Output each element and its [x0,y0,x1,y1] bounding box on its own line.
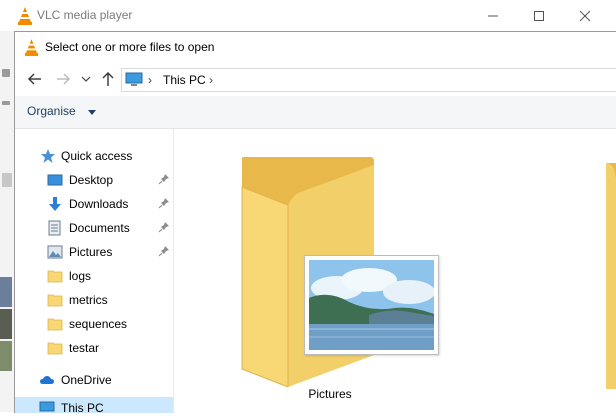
background-artifact [2,173,12,187]
file-list-pane: Pictures [174,129,616,413]
nav-label: Quick access [61,149,133,163]
nav-this-pc[interactable]: This PC [15,397,173,415]
folder-icon [47,294,63,307]
vlc-titlebar: VLC media player [0,0,616,31]
vlc-window-title: VLC media player [37,8,133,22]
pin-icon[interactable] [158,197,170,209]
folder-icon [47,318,63,331]
minimize-icon [488,15,498,17]
recent-locations-button[interactable] [78,68,94,90]
pin-icon[interactable] [158,221,170,233]
nav-item-desktop[interactable]: Desktop [15,169,173,191]
nav-label: Downloads [69,197,129,211]
documents-icon [48,220,61,236]
caret-down-icon[interactable] [88,110,96,115]
folder-icon[interactable] [606,163,616,389]
this-pc-icon [125,72,143,86]
background-thumbnail [0,277,12,307]
nav-label: sequences [69,317,128,331]
address-bar[interactable]: › This PC › [121,68,616,92]
folder-label: Pictures [308,387,352,401]
forward-button[interactable] [53,68,75,90]
arrow-left-icon [28,73,41,85]
nav-label: metrics [69,293,108,307]
downloads-icon [49,197,61,211]
minimize-button[interactable] [470,0,516,31]
folder-icon [47,270,63,283]
breadcrumb-separator-icon[interactable]: › [209,73,213,87]
nav-item-logs[interactable]: logs [15,265,173,287]
breadcrumb-separator-icon[interactable]: › [148,73,152,87]
star-icon [41,149,55,163]
nav-item-sequences[interactable]: sequences [15,313,173,335]
vlc-cone-icon [18,7,32,25]
maximize-button[interactable] [516,0,562,31]
open-file-dialog: Select one or more files to open › This … [14,31,616,415]
cloud-icon [40,376,54,384]
nav-item-pictures[interactable]: Pictures [15,241,173,263]
this-pc-icon [39,401,55,412]
navigation-pane: Quick access Desktop Downloads Documents [15,129,174,415]
chevron-down-icon [81,76,91,82]
nav-item-downloads[interactable]: Downloads [15,193,173,215]
close-icon [579,10,591,22]
landscape-image-icon [309,260,434,350]
nav-label: OneDrive [61,373,112,387]
maximize-icon [534,11,544,21]
folder-icon [47,342,63,355]
nav-item-metrics[interactable]: metrics [15,289,173,311]
nav-label: Pictures [69,245,113,259]
pictures-preview-thumbnail [304,255,439,355]
nav-label: Desktop [69,173,114,187]
nav-label: This PC [61,401,104,415]
up-button[interactable] [98,68,120,90]
pictures-icon [47,245,63,259]
nav-onedrive[interactable]: OneDrive [15,369,173,391]
desktop-icon [47,174,63,186]
vlc-background-strip [0,31,14,412]
command-bar: Organise [15,96,616,129]
pin-icon[interactable] [158,173,170,185]
dialog-title: Select one or more files to open [45,40,215,54]
nav-item-testar[interactable]: testar [15,337,173,359]
dialog-titlebar: Select one or more files to open [15,32,616,62]
close-button[interactable] [562,0,608,31]
background-artifact [2,101,10,105]
nav-label: Documents [69,221,130,235]
nav-label: testar [69,341,100,355]
organise-button[interactable]: Organise [27,104,76,118]
nav-item-documents[interactable]: Documents [15,217,173,239]
nav-quick-access[interactable]: Quick access [15,145,173,167]
address-row: › This PC › [15,64,616,94]
arrow-right-icon [57,73,70,85]
background-artifact [2,69,10,77]
breadcrumb-this-pc[interactable]: This PC [163,73,206,87]
pin-icon[interactable] [158,245,170,257]
vlc-cone-icon [24,39,39,56]
back-button[interactable] [25,68,47,90]
background-thumbnail [0,309,12,339]
arrow-up-icon [102,72,114,86]
nav-label: logs [69,269,92,283]
background-thumbnail [0,341,12,371]
